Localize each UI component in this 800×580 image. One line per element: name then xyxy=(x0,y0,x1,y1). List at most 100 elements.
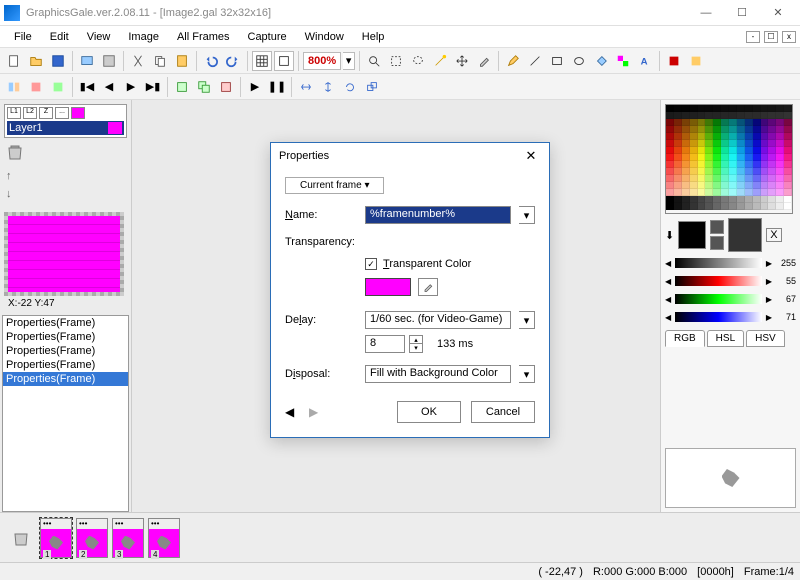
move-icon[interactable] xyxy=(452,51,472,71)
green-slider[interactable]: ◀▶67 xyxy=(665,292,796,306)
menu-edit[interactable]: Edit xyxy=(42,29,77,45)
text-icon[interactable]: A xyxy=(635,51,655,71)
recent-swatch[interactable] xyxy=(710,220,724,234)
open-icon[interactable] xyxy=(26,51,46,71)
menu-view[interactable]: View xyxy=(79,29,119,45)
delay-unit-select[interactable]: 1/60 sec. (for Video-Game) xyxy=(365,311,511,329)
foreground-swatch[interactable] xyxy=(678,221,706,249)
trash-icon[interactable] xyxy=(6,144,24,160)
history-item[interactable]: Properties(Frame) xyxy=(3,330,128,344)
swap-colors-icon[interactable]: X xyxy=(766,228,781,242)
disposal-select[interactable]: Fill with Background Color xyxy=(365,365,511,383)
play-icon[interactable]: ▶ xyxy=(245,77,265,97)
next-frame-icon[interactable]: ▶ xyxy=(121,77,141,97)
add-frame-icon[interactable] xyxy=(172,77,192,97)
next-frame-nav-icon[interactable]: ▶ xyxy=(309,405,323,419)
flip-h-icon[interactable] xyxy=(296,77,316,97)
wand-icon[interactable] xyxy=(430,51,450,71)
menu-allframes[interactable]: All Frames xyxy=(169,29,238,45)
menu-capture[interactable]: Capture xyxy=(240,29,295,45)
zoom-level[interactable]: 800% xyxy=(303,52,341,70)
red-slider[interactable]: ◀▶55 xyxy=(665,274,796,288)
pencil-icon[interactable] xyxy=(503,51,523,71)
zoom-dropdown[interactable]: ▾ xyxy=(343,52,355,70)
mdi-controls[interactable]: -☐x xyxy=(746,31,800,43)
transparent-checkbox[interactable]: ✓ xyxy=(365,258,377,270)
replace-color-icon[interactable] xyxy=(613,51,633,71)
del-frame-icon[interactable] xyxy=(216,77,236,97)
menu-image[interactable]: Image xyxy=(120,29,167,45)
undo-icon[interactable] xyxy=(201,51,221,71)
lasso-icon[interactable] xyxy=(408,51,428,71)
onion-icon[interactable] xyxy=(4,77,24,97)
menu-help[interactable]: Help xyxy=(354,29,393,45)
marquee-icon[interactable] xyxy=(386,51,406,71)
cancel-button[interactable]: Cancel xyxy=(471,401,535,423)
history-panel[interactable]: Properties(Frame) Properties(Frame) Prop… xyxy=(2,315,129,512)
tab-hsl[interactable]: HSL xyxy=(707,330,744,347)
name-dropdown[interactable]: ▾ xyxy=(519,206,535,224)
prev-frame-nav-icon[interactable]: ◀ xyxy=(285,405,299,419)
scale-icon[interactable] xyxy=(362,77,382,97)
lightness-slider[interactable]: ◀▶255 xyxy=(665,256,796,270)
blue-slider[interactable]: ◀▶71 xyxy=(665,310,796,324)
close-button[interactable]: ✕ xyxy=(760,1,796,25)
current-frame-tab[interactable]: Current frame ▾ xyxy=(285,177,384,194)
snap-icon[interactable] xyxy=(274,51,294,71)
transparent-icon[interactable] xyxy=(686,51,706,71)
tab-rgb[interactable]: RGB xyxy=(665,330,705,347)
menu-file[interactable]: File xyxy=(6,29,40,45)
pause-icon[interactable]: ❚❚ xyxy=(267,77,287,97)
line-icon[interactable] xyxy=(525,51,545,71)
flip-v-icon[interactable] xyxy=(318,77,338,97)
ellipse-icon[interactable] xyxy=(569,51,589,71)
grid-icon[interactable] xyxy=(252,51,272,71)
spin-down-icon[interactable]: ▾ xyxy=(409,344,423,353)
ok-button[interactable]: OK xyxy=(397,401,461,423)
save-icon[interactable] xyxy=(48,51,68,71)
paste-icon[interactable] xyxy=(172,51,192,71)
dup-frame-icon[interactable] xyxy=(194,77,214,97)
rotate-icon[interactable] xyxy=(340,77,360,97)
maximize-button[interactable]: ☐ xyxy=(724,1,760,25)
color-palette[interactable] xyxy=(665,104,793,214)
disposal-dropdown[interactable]: ▾ xyxy=(519,365,535,383)
layer-row[interactable]: Layer1 xyxy=(7,121,124,135)
prev-frame-icon[interactable]: ◀ xyxy=(99,77,119,97)
name-input[interactable]: %framenumber% xyxy=(365,206,511,224)
onion-next-icon[interactable] xyxy=(48,77,68,97)
filmstrip-trash-icon[interactable] xyxy=(12,530,30,546)
redo-icon[interactable] xyxy=(223,51,243,71)
first-frame-icon[interactable]: ▮◀ xyxy=(77,77,97,97)
onion-prev-icon[interactable] xyxy=(26,77,46,97)
layer-down-icon[interactable]: ↓ xyxy=(6,188,125,200)
rect-icon[interactable] xyxy=(547,51,567,71)
export-icon[interactable] xyxy=(99,51,119,71)
download-palette-icon[interactable]: ⬇ xyxy=(665,229,674,242)
transparent-color-swatch[interactable] xyxy=(365,278,411,296)
eyedropper-icon[interactable] xyxy=(474,51,494,71)
dialog-close-icon[interactable]: ✕ xyxy=(521,148,541,164)
frame-thumb[interactable]: •••4 xyxy=(148,518,180,558)
history-item[interactable]: Properties(Frame) xyxy=(3,358,128,372)
minimize-button[interactable]: — xyxy=(688,1,724,25)
menu-window[interactable]: Window xyxy=(297,29,352,45)
history-item[interactable]: Properties(Frame) xyxy=(3,372,128,386)
cut-icon[interactable] xyxy=(128,51,148,71)
background-swatch[interactable] xyxy=(728,218,762,252)
fill-icon[interactable] xyxy=(591,51,611,71)
layer-up-icon[interactable]: ↑ xyxy=(6,170,125,182)
spin-up-icon[interactable]: ▴ xyxy=(409,335,423,344)
frame-thumb[interactable]: •••2 xyxy=(76,518,108,558)
eyedropper-icon[interactable] xyxy=(418,278,438,296)
antialias-icon[interactable] xyxy=(664,51,684,71)
zoom-in-icon[interactable] xyxy=(364,51,384,71)
history-item[interactable]: Properties(Frame) xyxy=(3,316,128,330)
frame-thumb[interactable]: •••1 xyxy=(40,518,72,558)
delay-value-input[interactable]: 8 xyxy=(365,335,405,353)
delay-unit-dropdown[interactable]: ▾ xyxy=(519,311,535,329)
preview-icon[interactable] xyxy=(77,51,97,71)
history-item[interactable]: Properties(Frame) xyxy=(3,344,128,358)
copy-icon[interactable] xyxy=(150,51,170,71)
frame-thumb[interactable]: •••3 xyxy=(112,518,144,558)
